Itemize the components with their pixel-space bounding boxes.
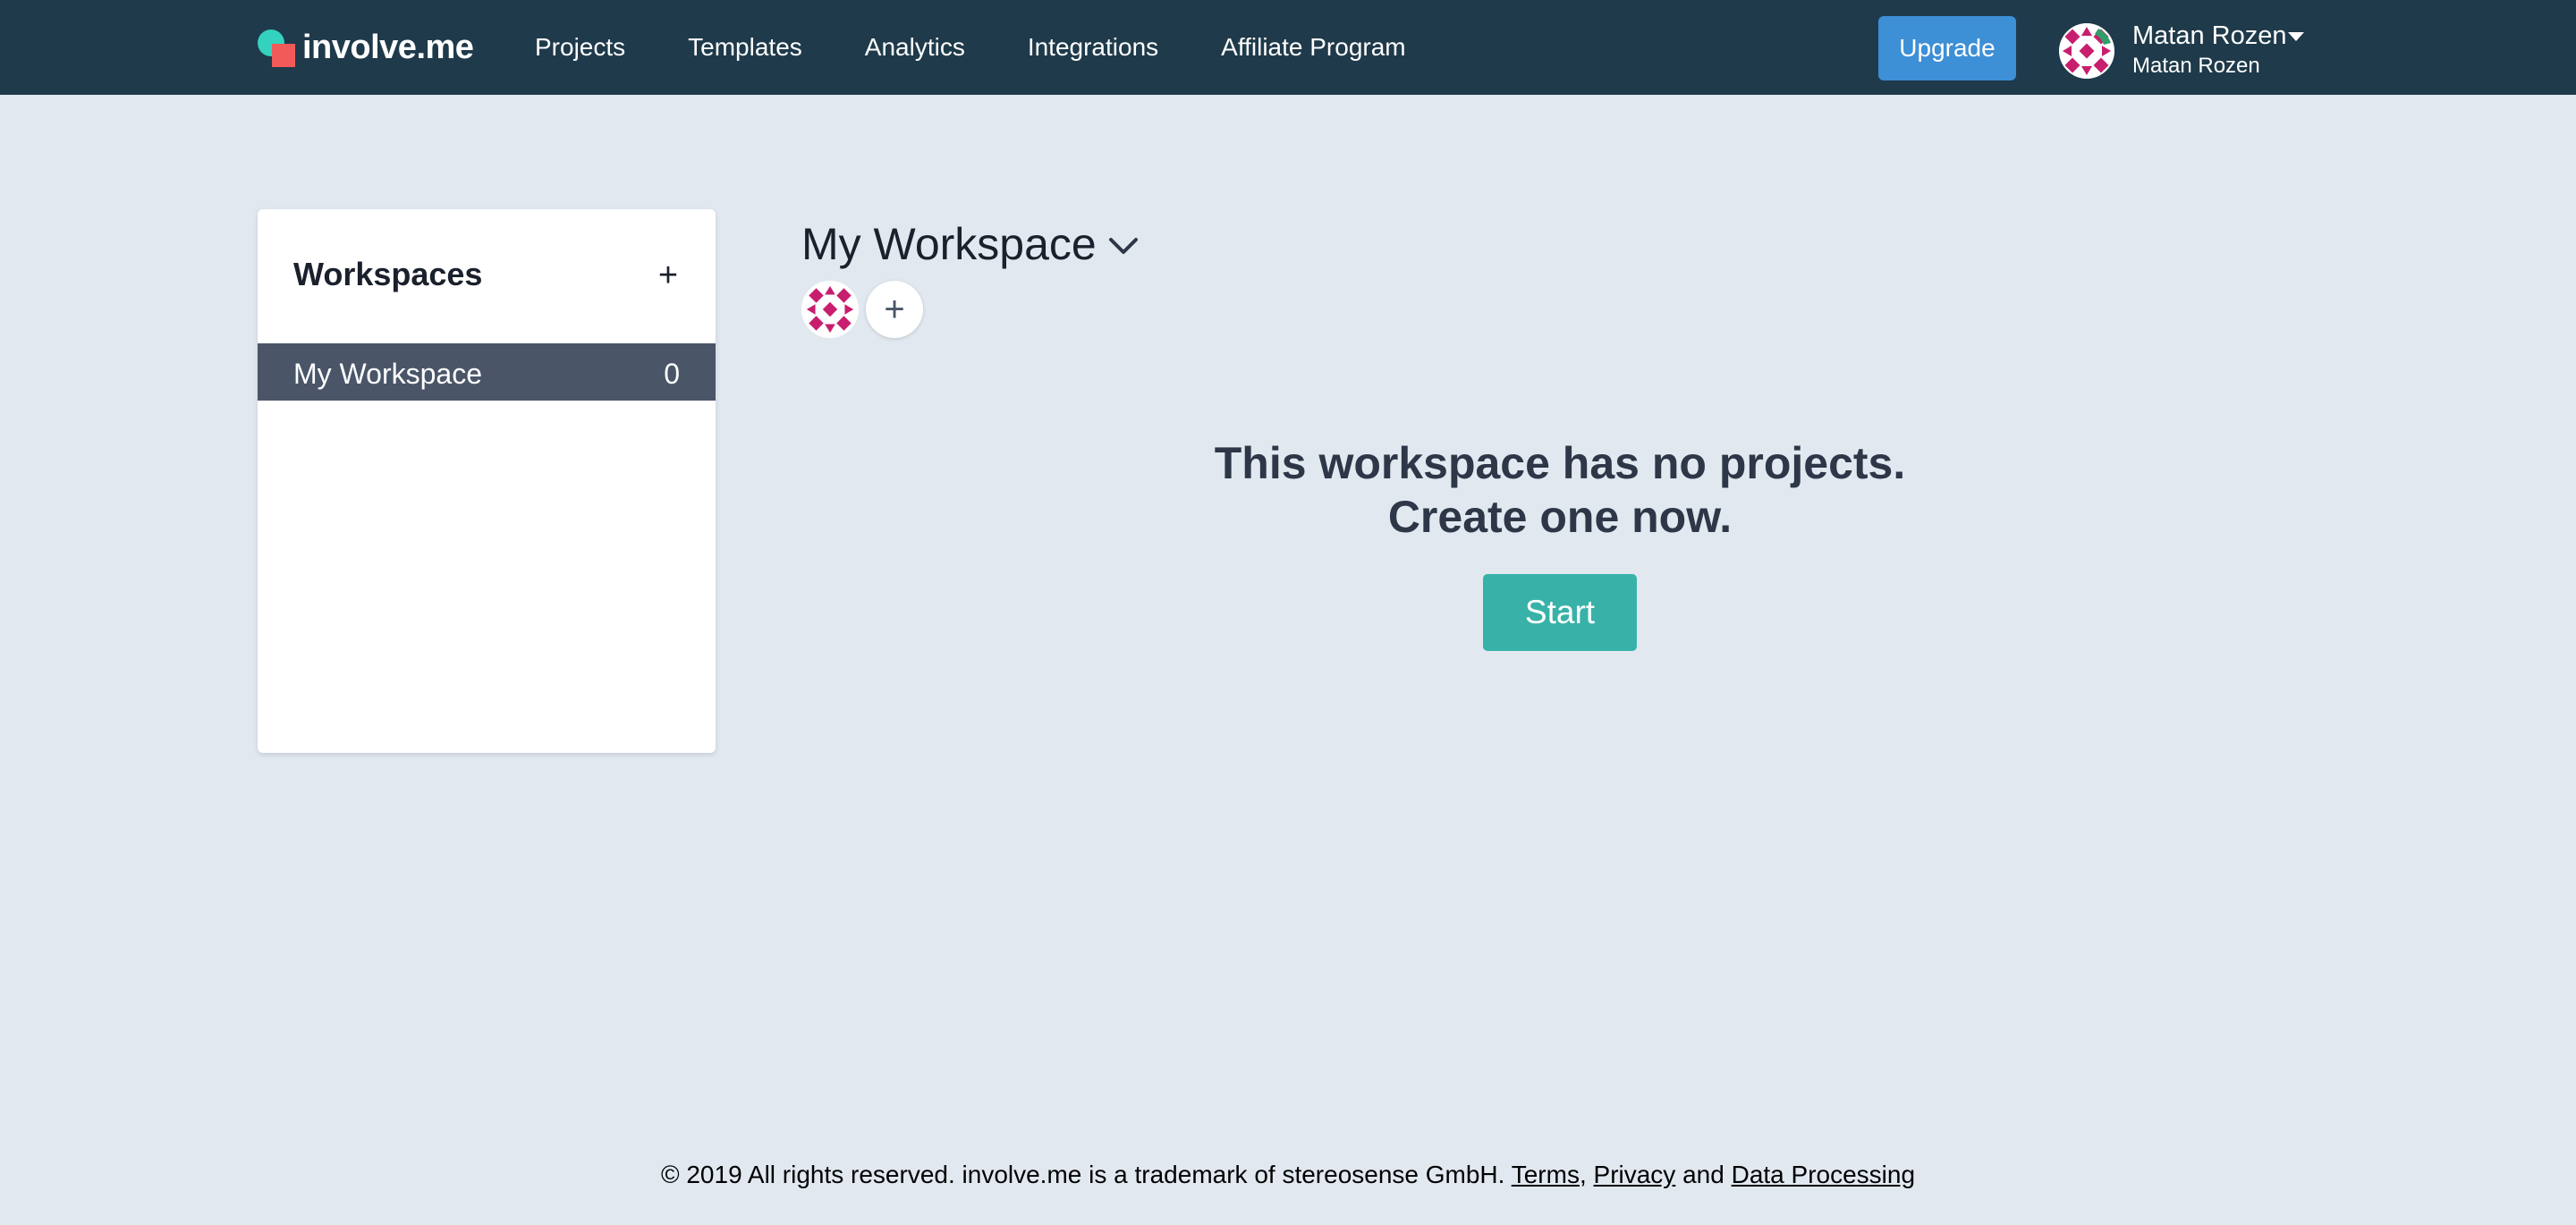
empty-state-line-1: This workspace has no projects.: [1214, 438, 1906, 488]
workspace-title[interactable]: My Workspace: [801, 218, 1097, 270]
workspace-item-label: My Workspace: [293, 358, 483, 390]
footer-data-processing-link[interactable]: Data Processing: [1732, 1161, 1915, 1188]
user-name[interactable]: Matan Rozen: [2132, 21, 2287, 51]
geometric-pattern-avatar-icon: [803, 283, 857, 336]
add-member-button[interactable]: +: [866, 281, 923, 338]
member-avatar[interactable]: [801, 281, 859, 338]
geometric-pattern-avatar-icon: [2059, 23, 2114, 79]
nav-item-analytics[interactable]: Analytics: [865, 33, 965, 62]
footer-separator: ,: [1579, 1161, 1587, 1188]
footer-terms-link[interactable]: Terms: [1512, 1161, 1580, 1188]
user-avatar[interactable]: [2059, 23, 2114, 79]
brand-name: involve.me: [302, 28, 474, 66]
logo-icon: [258, 28, 297, 67]
footer: © 2019 All rights reserved. involve.me i…: [0, 1161, 2576, 1189]
user-subtitle: Matan Rozen: [2132, 54, 2260, 78]
workspace-list-item[interactable]: My Workspace 0: [258, 343, 716, 401]
workspaces-heading: Workspaces: [293, 256, 483, 292]
footer-copyright: © 2019 All rights reserved. involve.me i…: [660, 1161, 1505, 1188]
empty-state-line-2: Create one now.: [1387, 492, 1733, 542]
user-menu-caret-icon[interactable]: [2288, 32, 2304, 41]
brand-logo[interactable]: involve.me: [258, 27, 474, 68]
top-navigation-bar: involve.me Projects Templates Analytics …: [0, 0, 2576, 95]
footer-and: and: [1682, 1161, 1724, 1188]
add-workspace-button[interactable]: +: [655, 258, 682, 292]
nav-item-affiliate-program[interactable]: Affiliate Program: [1221, 33, 1405, 62]
footer-privacy-link[interactable]: Privacy: [1594, 1161, 1676, 1188]
chevron-down-icon[interactable]: [1106, 229, 1141, 265]
nav-item-projects[interactable]: Projects: [535, 33, 625, 62]
start-button[interactable]: Start: [1483, 574, 1637, 651]
workspace-item-count: 0: [664, 358, 680, 390]
workspaces-panel: Workspaces + My Workspace 0: [258, 209, 716, 753]
main-nav: Projects Templates Analytics Integration…: [535, 0, 1469, 95]
upgrade-button[interactable]: Upgrade: [1878, 16, 2016, 80]
nav-item-templates[interactable]: Templates: [688, 33, 802, 62]
nav-item-integrations[interactable]: Integrations: [1028, 33, 1158, 62]
empty-state-message: This workspace has no projects. Create o…: [1113, 436, 2007, 544]
